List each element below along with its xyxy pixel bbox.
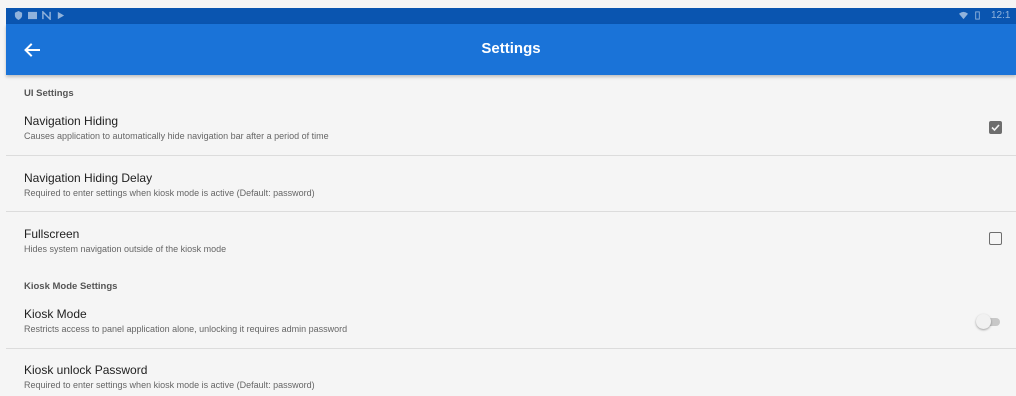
section-header-kiosk-mode-settings: Kiosk Mode Settings — [24, 281, 118, 292]
pref-navigation-hiding-delay[interactable]: Navigation Hiding Delay Required to ente… — [6, 171, 1016, 198]
navigation-hiding-checkbox[interactable] — [989, 121, 1002, 134]
pref-title: Navigation Hiding — [24, 114, 119, 128]
pref-title: Kiosk unlock Password — [24, 363, 148, 377]
pref-summary: Restricts access to panel application al… — [24, 324, 348, 334]
pref-title: Kiosk Mode — [24, 307, 87, 321]
pref-summary: Causes application to automatically hide… — [24, 131, 329, 141]
app-bar: Settings — [6, 24, 1016, 75]
status-time: 12:1 — [991, 10, 1011, 21]
battery-icon — [975, 11, 980, 20]
pref-kiosk-mode[interactable]: Kiosk Mode Restricts access to panel app… — [6, 307, 1016, 334]
pref-title: Navigation Hiding Delay — [24, 171, 153, 185]
pref-summary: Hides system navigation outside of the k… — [24, 244, 227, 254]
pref-fullscreen[interactable]: Fullscreen Hides system navigation outsi… — [6, 227, 1016, 254]
pref-summary: Required to enter settings when kiosk mo… — [24, 188, 315, 198]
shield-icon — [14, 11, 23, 20]
wifi-icon — [959, 11, 968, 20]
divider — [6, 211, 1016, 212]
pref-title: Fullscreen — [24, 227, 80, 241]
divider — [6, 348, 1016, 349]
pref-navigation-hiding[interactable]: Navigation Hiding Causes application to … — [6, 114, 1016, 141]
fullscreen-checkbox[interactable] — [989, 232, 1002, 245]
switch-thumb — [976, 314, 991, 329]
play-icon — [57, 11, 65, 20]
pref-kiosk-unlock-password[interactable]: Kiosk unlock Password Required to enter … — [6, 363, 1016, 390]
n-icon — [42, 11, 51, 20]
kiosk-mode-switch[interactable] — [976, 314, 1002, 330]
status-bar: 12:1 — [6, 8, 1016, 24]
image-icon — [28, 11, 37, 20]
section-header-ui-settings: UI Settings — [24, 88, 74, 99]
check-icon — [991, 124, 1000, 132]
pref-summary: Required to enter settings when kiosk mo… — [24, 380, 315, 390]
divider — [6, 155, 1016, 156]
page-title: Settings — [481, 40, 541, 57]
